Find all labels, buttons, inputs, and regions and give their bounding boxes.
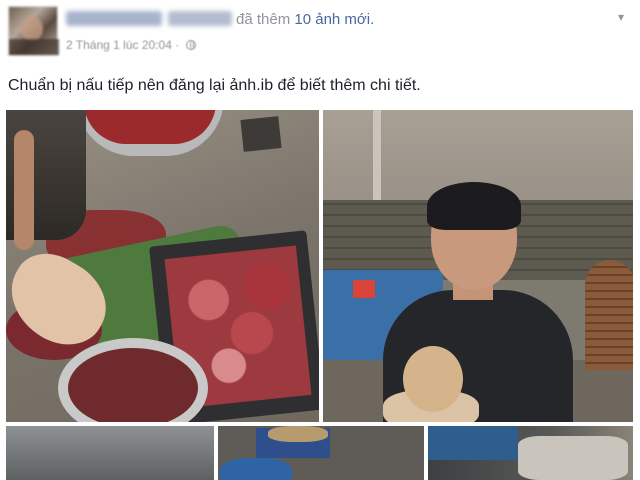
post-caption: Chuẩn bị nấu tiếp nên đăng lại ảnh.ib để… [8,77,421,94]
globe-icon [185,40,196,50]
photo-background [6,426,214,480]
photo-arm [14,130,34,250]
author-last-name-blur [168,10,232,26]
photo-basket [585,260,633,370]
chevron-down-icon[interactable]: ▾ [618,10,630,24]
author-first-name-blur [66,10,162,26]
post-meta: 2 Tháng 1 lúc 20:04 · [66,38,196,52]
facebook-post: đã thêm 10 ảnh mới. 2 Tháng 1 lúc 20:04 … [0,0,640,480]
author-name-blurred[interactable] [66,10,232,26]
photo-man-hair [427,182,521,230]
action-text: đã thêm [236,11,291,28]
avatar-face [21,17,43,41]
photo-bowl-contents [68,348,198,422]
photo-pipe [373,110,381,210]
post-photo-5[interactable] [428,426,633,480]
post-photo-4[interactable] [218,426,424,480]
post-photo-2[interactable] [323,110,633,422]
photo-blue-bowl [220,458,292,480]
post-photo-3[interactable] [6,426,214,480]
photo-blue-cloth [428,426,518,460]
photo-monkey-head [403,346,463,412]
avatar[interactable] [8,6,59,56]
photo-stone [240,116,282,152]
avatar-shadow [9,39,59,55]
photo-white-object [518,436,628,480]
new-photos-link[interactable]: 10 ảnh mới. [294,11,374,28]
post-action-line: đã thêm 10 ảnh mới. [236,11,374,28]
photo-red-bag [353,280,375,298]
post-timestamp[interactable]: 2 Tháng 1 lúc 20:04 · [66,38,179,52]
photo-food [268,426,328,442]
post-photo-1[interactable] [6,110,319,422]
